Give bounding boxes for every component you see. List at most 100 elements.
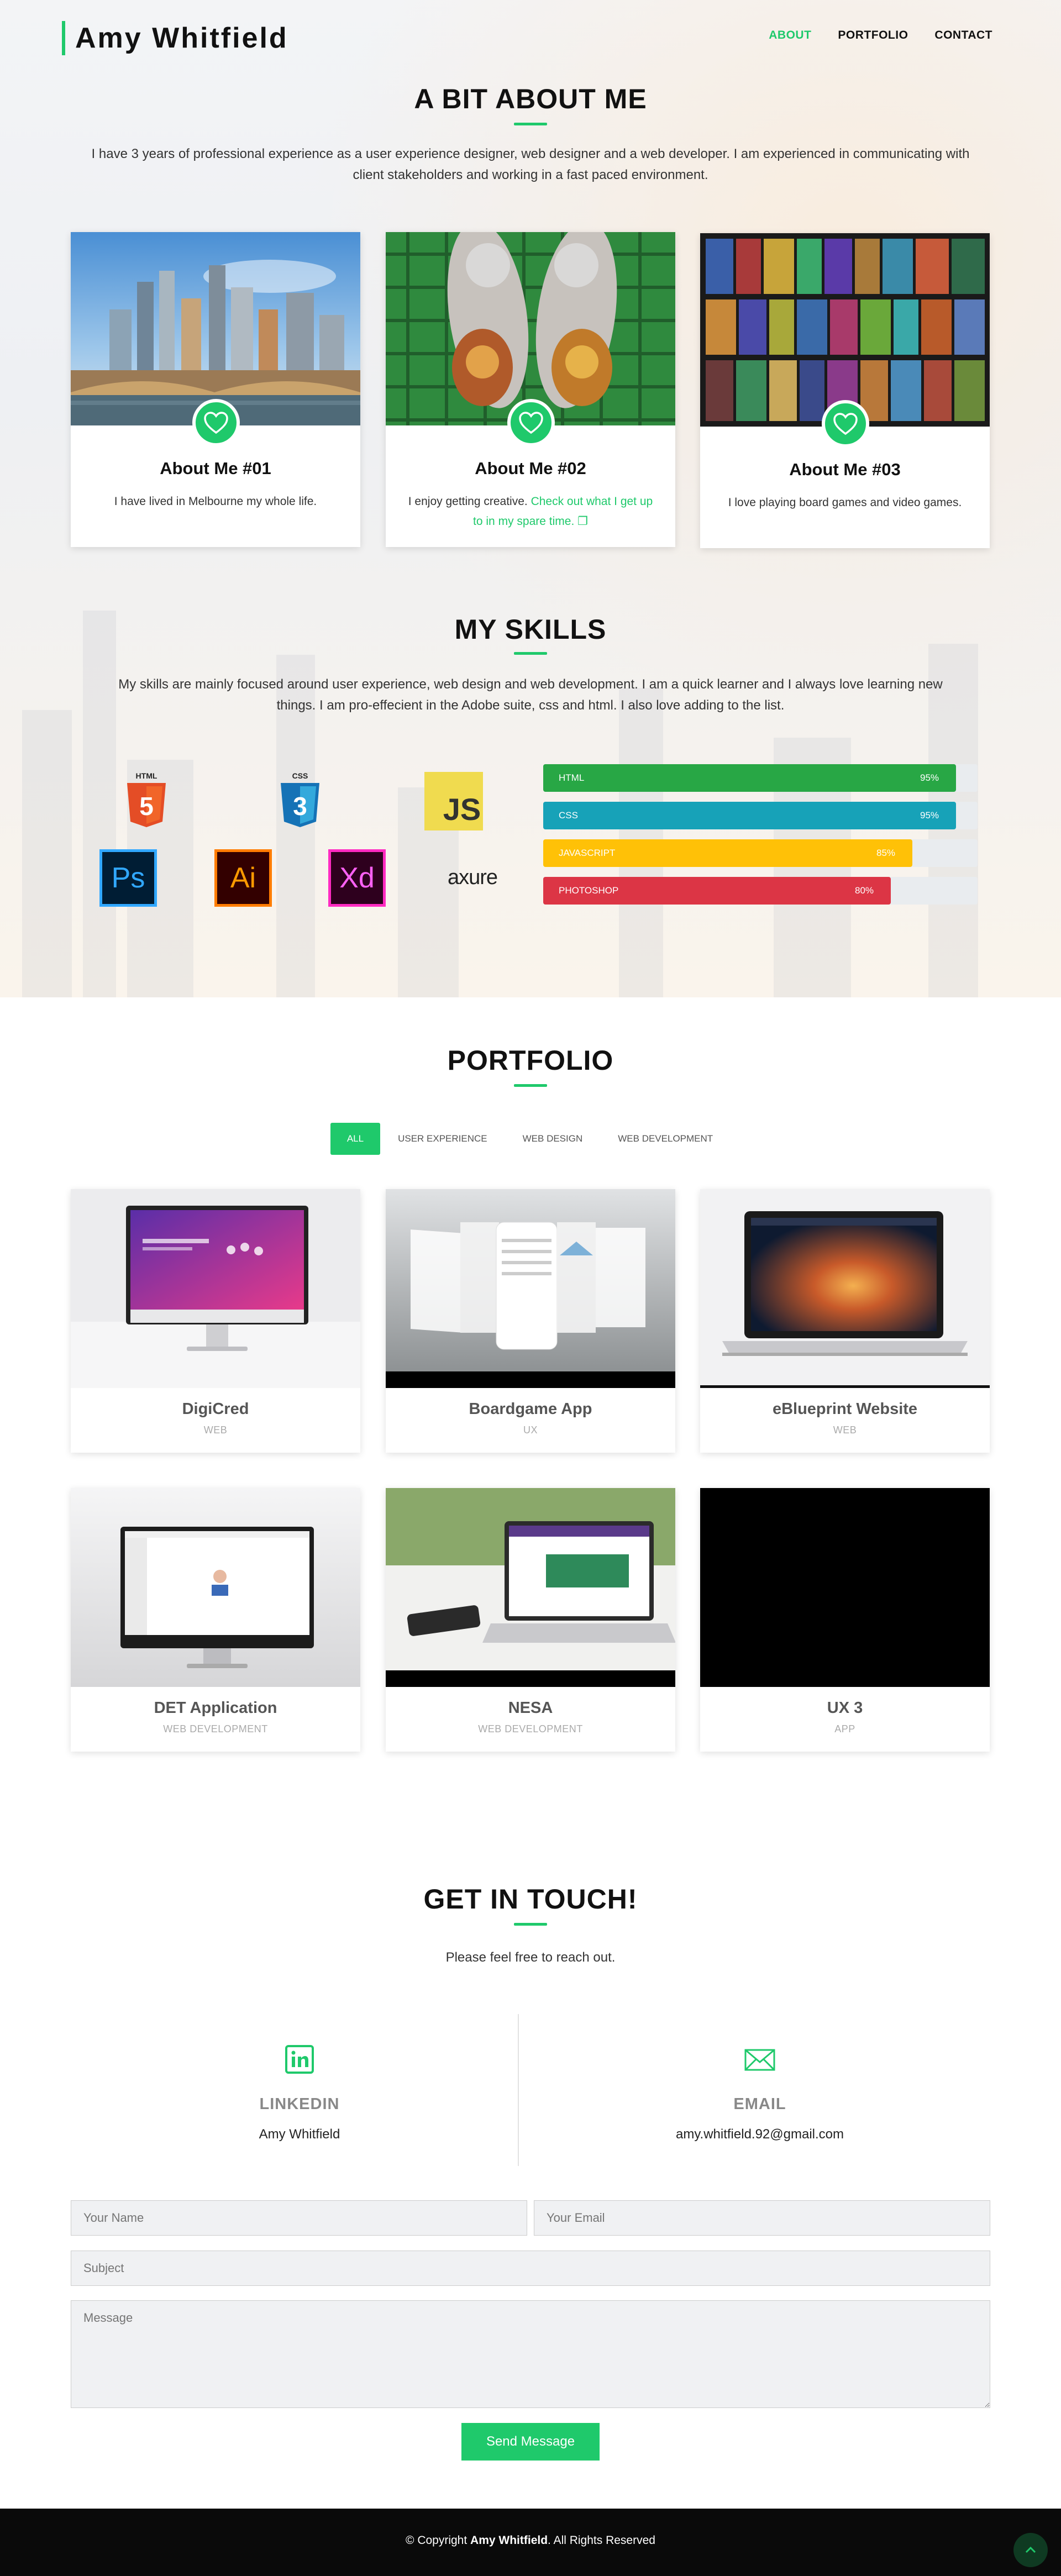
illustrator-icon-glyph: Ai: [230, 862, 256, 894]
portfolio-item-category: UX: [523, 1424, 538, 1436]
skyline-building: [83, 611, 116, 997]
subject-field[interactable]: [71, 2251, 990, 2286]
contact-subtitle: Please feel free to reach out.: [445, 1950, 616, 1965]
about-intro: I have 3 years of professional experienc…: [55, 144, 1006, 186]
skill-bar-label: HTML: [559, 772, 585, 783]
portfolio-item-title: DigiCred: [182, 1400, 249, 1418]
email-value[interactable]: amy.whitfield.92@gmail.com: [580, 2127, 939, 2142]
filter-web-design[interactable]: WEB DESIGN: [505, 1123, 601, 1155]
skill-bar-photoshop: PHOTOSHOP 80%: [543, 877, 978, 905]
email-label: EMAIL: [733, 2095, 786, 2113]
javascript-icon: JS: [424, 772, 483, 830]
filter-all[interactable]: ALL: [330, 1123, 381, 1155]
skill-bar-javascript: JAVASCRIPT 85%: [543, 839, 978, 867]
portfolio-item-title: NESA: [508, 1699, 553, 1717]
heart-icon: [204, 412, 228, 434]
about-card-title: About Me #01: [160, 459, 271, 478]
painted-shoes-image: [386, 232, 675, 425]
skill-bars: HTML 95% CSS 95% JAVASCRIPT 85% PHOTOSHO…: [543, 764, 978, 914]
portfolio-item-title: UX 3: [827, 1699, 863, 1717]
portfolio-item-eblueprint[interactable]: eBlueprint Website WEB: [700, 1189, 990, 1453]
portfolio-item-det-application[interactable]: DET Application WEB DEVELOPMENT: [71, 1488, 360, 1752]
nav-contact[interactable]: CONTACT: [934, 29, 992, 42]
about-card-text: I love playing board games and video gam…: [717, 493, 973, 513]
send-message-button[interactable]: Send Message: [461, 2423, 600, 2461]
digicred-image: [71, 1189, 360, 1388]
spare-time-link[interactable]: Check out what I get up: [531, 495, 653, 508]
about-card-text-span: I enjoy getting creative.: [408, 495, 528, 508]
css3-icon-glyph: 3: [293, 792, 307, 821]
illustrator-icon: Ai: [214, 849, 272, 907]
spare-time-link[interactable]: to in my spare time.: [473, 515, 574, 528]
javascript-icon-glyph: JS: [443, 791, 481, 827]
skill-bar-percent: 85%: [876, 848, 896, 858]
portfolio-item-digicred[interactable]: DigiCred WEB: [71, 1189, 360, 1453]
skills-title: MY SKILLS: [454, 614, 607, 645]
portfolio-title-underline: [514, 1084, 547, 1087]
photoshop-icon: Ps: [99, 849, 157, 907]
heart-badge: [507, 399, 555, 446]
nav-portfolio[interactable]: PORTFOLIO: [838, 29, 908, 42]
chevron-up-icon: [1025, 2546, 1036, 2553]
css3-icon-label: CSS: [292, 771, 308, 780]
linkedin-value[interactable]: Amy Whitfield: [120, 2127, 479, 2142]
portfolio-item-category: WEB DEVELOPMENT: [163, 1723, 268, 1734]
site-header: Amy Whitfield ABOUT PORTFOLIO CONTACT: [0, 0, 1061, 72]
portfolio-item-boardgame-app[interactable]: Boardgame App UX: [386, 1189, 675, 1453]
css3-icon: CSS 3: [276, 771, 324, 829]
about-card-text: I have lived in Melbourne my whole life.: [87, 492, 344, 512]
skills-intro-line: My skills are mainly focused around user…: [118, 677, 943, 692]
heart-icon: [833, 413, 858, 435]
skill-bar-html: HTML 95%: [543, 764, 978, 792]
portfolio-item-category: APP: [834, 1723, 855, 1734]
heart-badge: [192, 399, 240, 446]
contact-linkedin: LINKEDIN Amy Whitfield: [120, 2044, 479, 2142]
copyright-prefix: © Copyright: [406, 2534, 468, 2547]
copyright-text: © Copyright Amy Whitfield. All Rights Re…: [0, 2534, 1061, 2547]
skill-bar-fill: [543, 764, 956, 792]
portfolio-item-category: WEB DEVELOPMENT: [478, 1723, 583, 1734]
copyright-suffix: . All Rights Reserved: [548, 2534, 655, 2547]
filter-user-experience[interactable]: USER EXPERIENCE: [380, 1123, 505, 1155]
about-title-underline: [514, 123, 547, 125]
site-footer: © Copyright Amy Whitfield. All Rights Re…: [0, 2509, 1061, 2576]
about-intro-line: client stakeholders and working in a fas…: [353, 167, 708, 182]
xd-icon-glyph: Xd: [339, 862, 375, 894]
eblueprint-image: [700, 1189, 990, 1388]
portfolio-item-title: eBlueprint Website: [772, 1400, 918, 1418]
message-field[interactable]: [71, 2300, 990, 2408]
skills-intro: My skills are mainly focused around user…: [83, 674, 978, 716]
about-card-2: About Me #02 I enjoy getting creative. C…: [386, 232, 675, 547]
contact-title: GET IN TOUCH!: [423, 1884, 638, 1915]
about-card-title: About Me #03: [789, 460, 901, 479]
skyline-building: [22, 710, 72, 997]
filter-web-development[interactable]: WEB DEVELOPMENT: [600, 1123, 731, 1155]
about-card-3: About Me #03 I love playing board games …: [700, 233, 990, 548]
about-title: A BIT ABOUT ME: [414, 83, 647, 114]
xd-icon: Xd: [328, 849, 386, 907]
linkedin-label: LINKEDIN: [259, 2095, 340, 2113]
portfolio-item-nesa[interactable]: NESA WEB DEVELOPMENT: [386, 1488, 675, 1752]
about-card-text: I enjoy getting creative. Check out what…: [402, 492, 659, 532]
name-field[interactable]: [71, 2200, 527, 2236]
about-card-text-span: I love playing board games and video gam…: [728, 496, 962, 509]
axure-icon: axure: [437, 862, 508, 893]
portfolio-item-title: Boardgame App: [469, 1400, 592, 1418]
about-card-title: About Me #02: [475, 459, 586, 478]
site-logo[interactable]: Amy Whitfield: [62, 21, 288, 55]
skill-bar-fill: [543, 802, 956, 829]
skill-bar-css: CSS 95%: [543, 802, 978, 829]
skill-bar-percent: 95%: [920, 810, 939, 821]
linkedin-icon[interactable]: [285, 2044, 314, 2074]
email-field[interactable]: [534, 2200, 990, 2236]
nav-about[interactable]: ABOUT: [769, 29, 811, 42]
skill-bar-percent: 80%: [855, 885, 874, 896]
portfolio-filters: ALL USER EXPERIENCE WEB DESIGN WEB DEVEL…: [0, 1123, 1061, 1155]
portfolio-item-ux3[interactable]: UX 3 APP: [700, 1488, 990, 1752]
portfolio-item-category: WEB: [833, 1424, 857, 1436]
envelope-icon[interactable]: [744, 2044, 776, 2074]
board-games-shelf-image: [700, 233, 990, 427]
skill-bar-label: JAVASCRIPT: [559, 848, 616, 858]
back-to-top-button[interactable]: [1013, 2533, 1048, 2567]
skill-bar-label: PHOTOSHOP: [559, 885, 619, 896]
